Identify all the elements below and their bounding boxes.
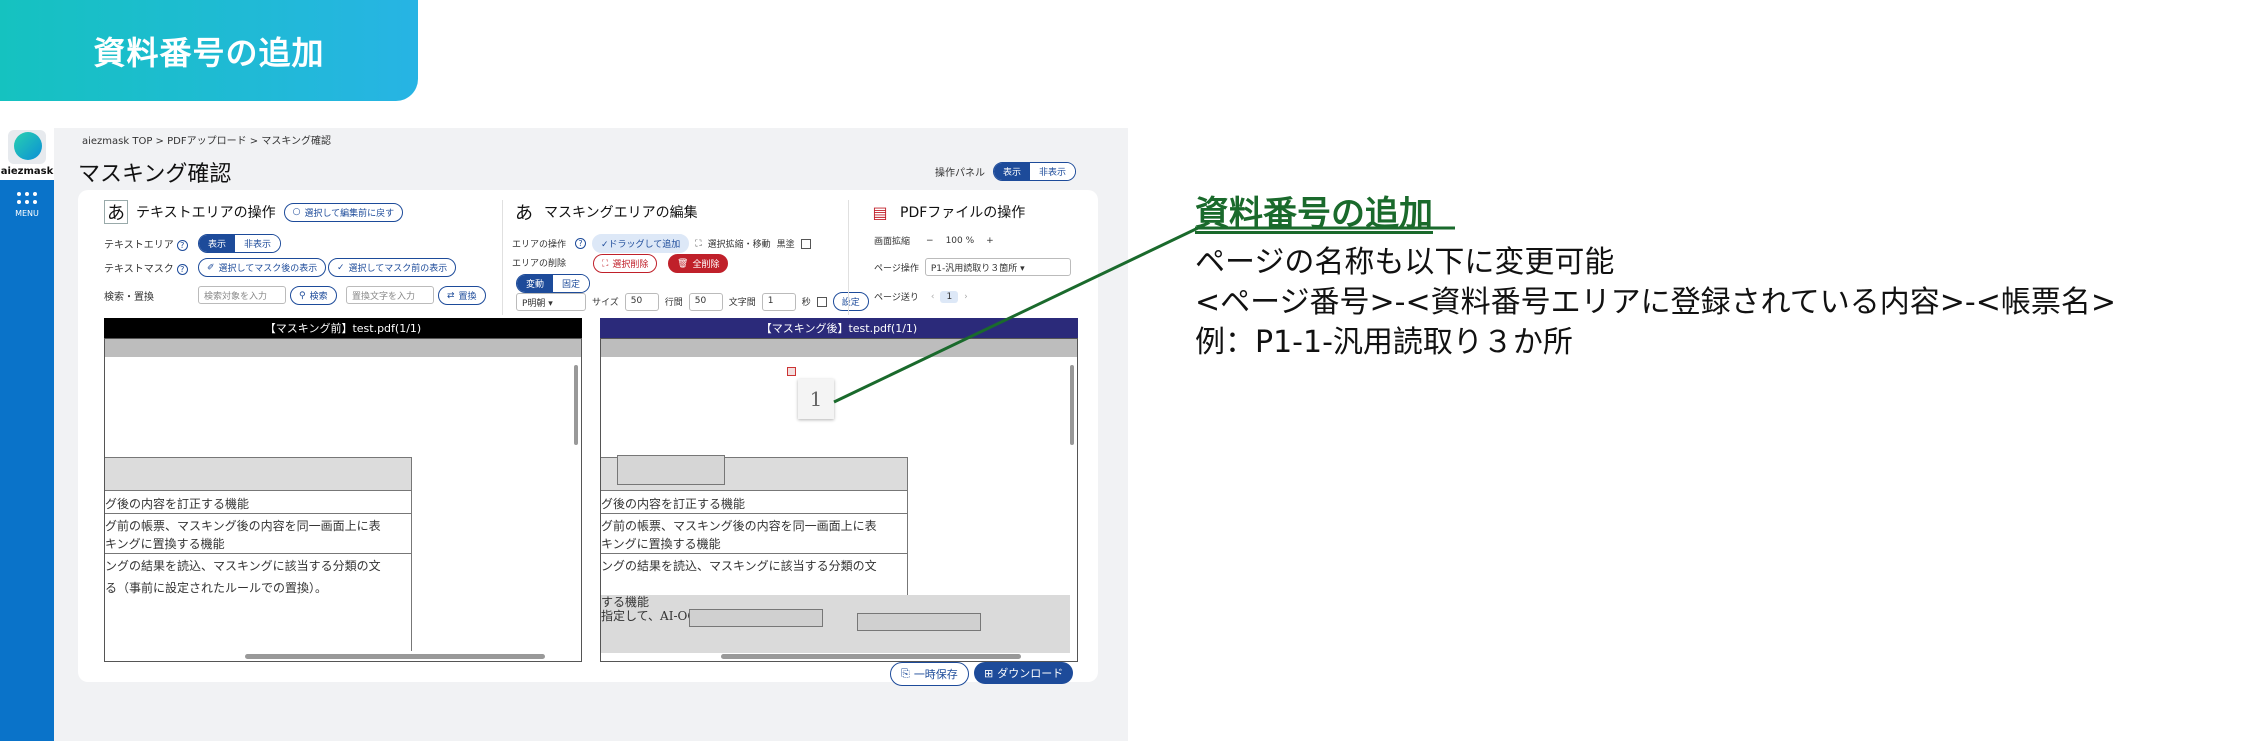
callout-connector <box>833 226 1455 404</box>
callout-title: 資料番号の追加 <box>1195 194 1433 234</box>
callout-line: ページの名称も以下に変更可能 <box>1195 245 1615 280</box>
callout-line: <ページ番号>-<資料番号エリアに登録されている内容>-<帳票名> <box>1195 285 2116 320</box>
callout-body: ページの名称も以下に変更可能 <ページ番号>-<資料番号エリアに登録されている内… <box>1195 243 2116 363</box>
callout-line: 例：P1-1-汎用読取り３か所 <box>1195 325 1573 360</box>
